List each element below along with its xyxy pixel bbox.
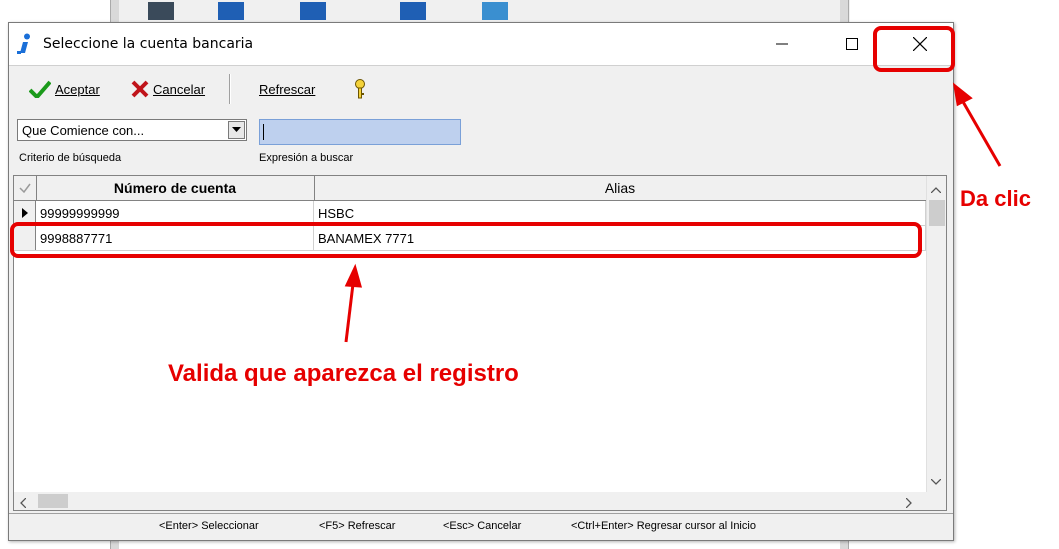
arrow-to-close-head [952,82,973,107]
arrow-to-row-head [344,263,363,288]
arrow-to-row [344,283,355,343]
close-annotation-text: Da clic [960,186,1031,211]
annotation-arrows [344,82,1002,343]
row-annotation-text: Valida que aparezca el registro [168,360,519,387]
arrow-to-close [960,99,1002,167]
